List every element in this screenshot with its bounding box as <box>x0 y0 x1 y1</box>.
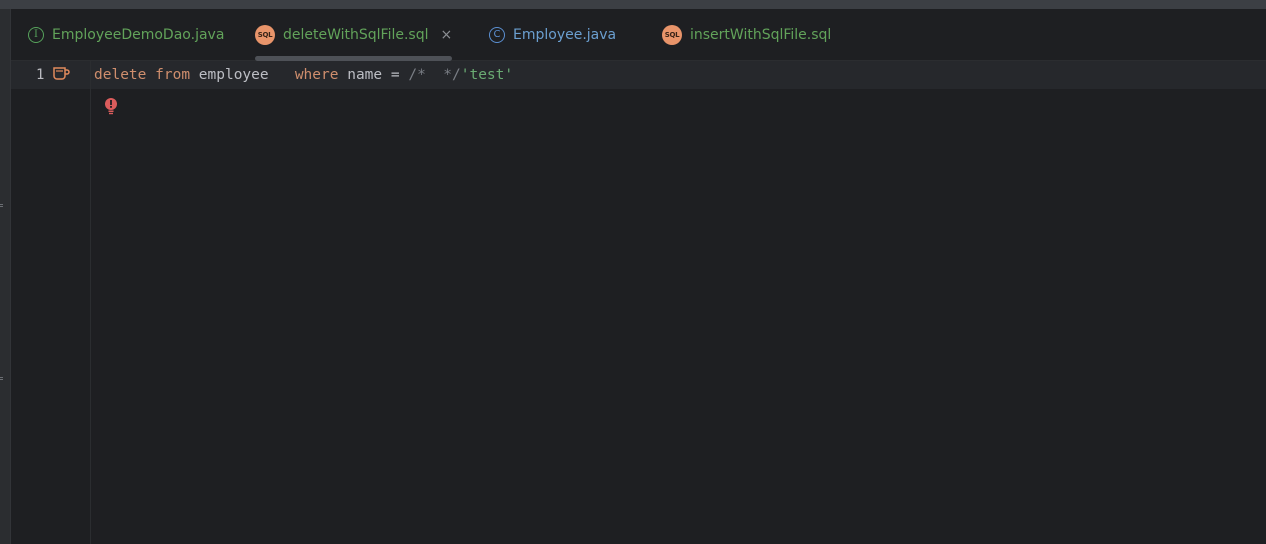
tab-insert-with-sql-file[interactable]: SQL insertWithSqlFile.sql <box>662 9 831 60</box>
window-top-bar <box>0 0 1266 9</box>
sql-comment: /* */ <box>408 67 461 83</box>
editor-tab-bar: I EmployeeDemoDao.java SQL deleteWithSql… <box>11 9 1266 61</box>
sql-string-literal: 'test' <box>460 67 514 83</box>
sql-column-name: name <box>347 67 383 83</box>
error-lightbulb-icon[interactable] <box>104 97 118 115</box>
code-line-1[interactable]: delete from employee where name = /* */'… <box>94 67 513 83</box>
tab-label: Employee.java <box>513 26 617 43</box>
tab-label: deleteWithSqlFile.sql <box>283 26 429 43</box>
tab-employee[interactable]: C Employee.java <box>489 9 616 60</box>
sql-icon: SQL <box>255 24 275 45</box>
code-editor[interactable]: 1 delete from employee where name = /* *… <box>11 61 1266 544</box>
sql-icon: SQL <box>662 24 682 45</box>
tab-delete-with-sql-file[interactable]: SQL deleteWithSqlFile.sql × <box>255 9 453 61</box>
execute-query-icon[interactable] <box>52 66 70 82</box>
sql-keyword: where <box>294 67 339 83</box>
sql-keyword: from <box>155 67 191 83</box>
strip-marker <box>0 204 3 205</box>
gutter-divider <box>90 61 91 544</box>
close-icon[interactable]: × <box>441 27 453 43</box>
tab-employee-demo-dao[interactable]: I EmployeeDemoDao.java <box>28 9 224 60</box>
sql-table-name: employee <box>198 67 269 83</box>
left-tool-strip[interactable] <box>0 9 11 544</box>
strip-marker <box>0 379 3 380</box>
tab-label: EmployeeDemoDao.java <box>52 26 225 43</box>
strip-marker <box>0 206 3 207</box>
interface-icon: I <box>28 26 44 43</box>
tab-label: insertWithSqlFile.sql <box>690 26 832 43</box>
strip-marker <box>0 377 3 378</box>
line-number: 1 <box>36 67 45 83</box>
sql-operator: = <box>390 67 400 83</box>
class-icon: C <box>489 26 505 43</box>
sql-keyword: delete <box>94 67 147 83</box>
